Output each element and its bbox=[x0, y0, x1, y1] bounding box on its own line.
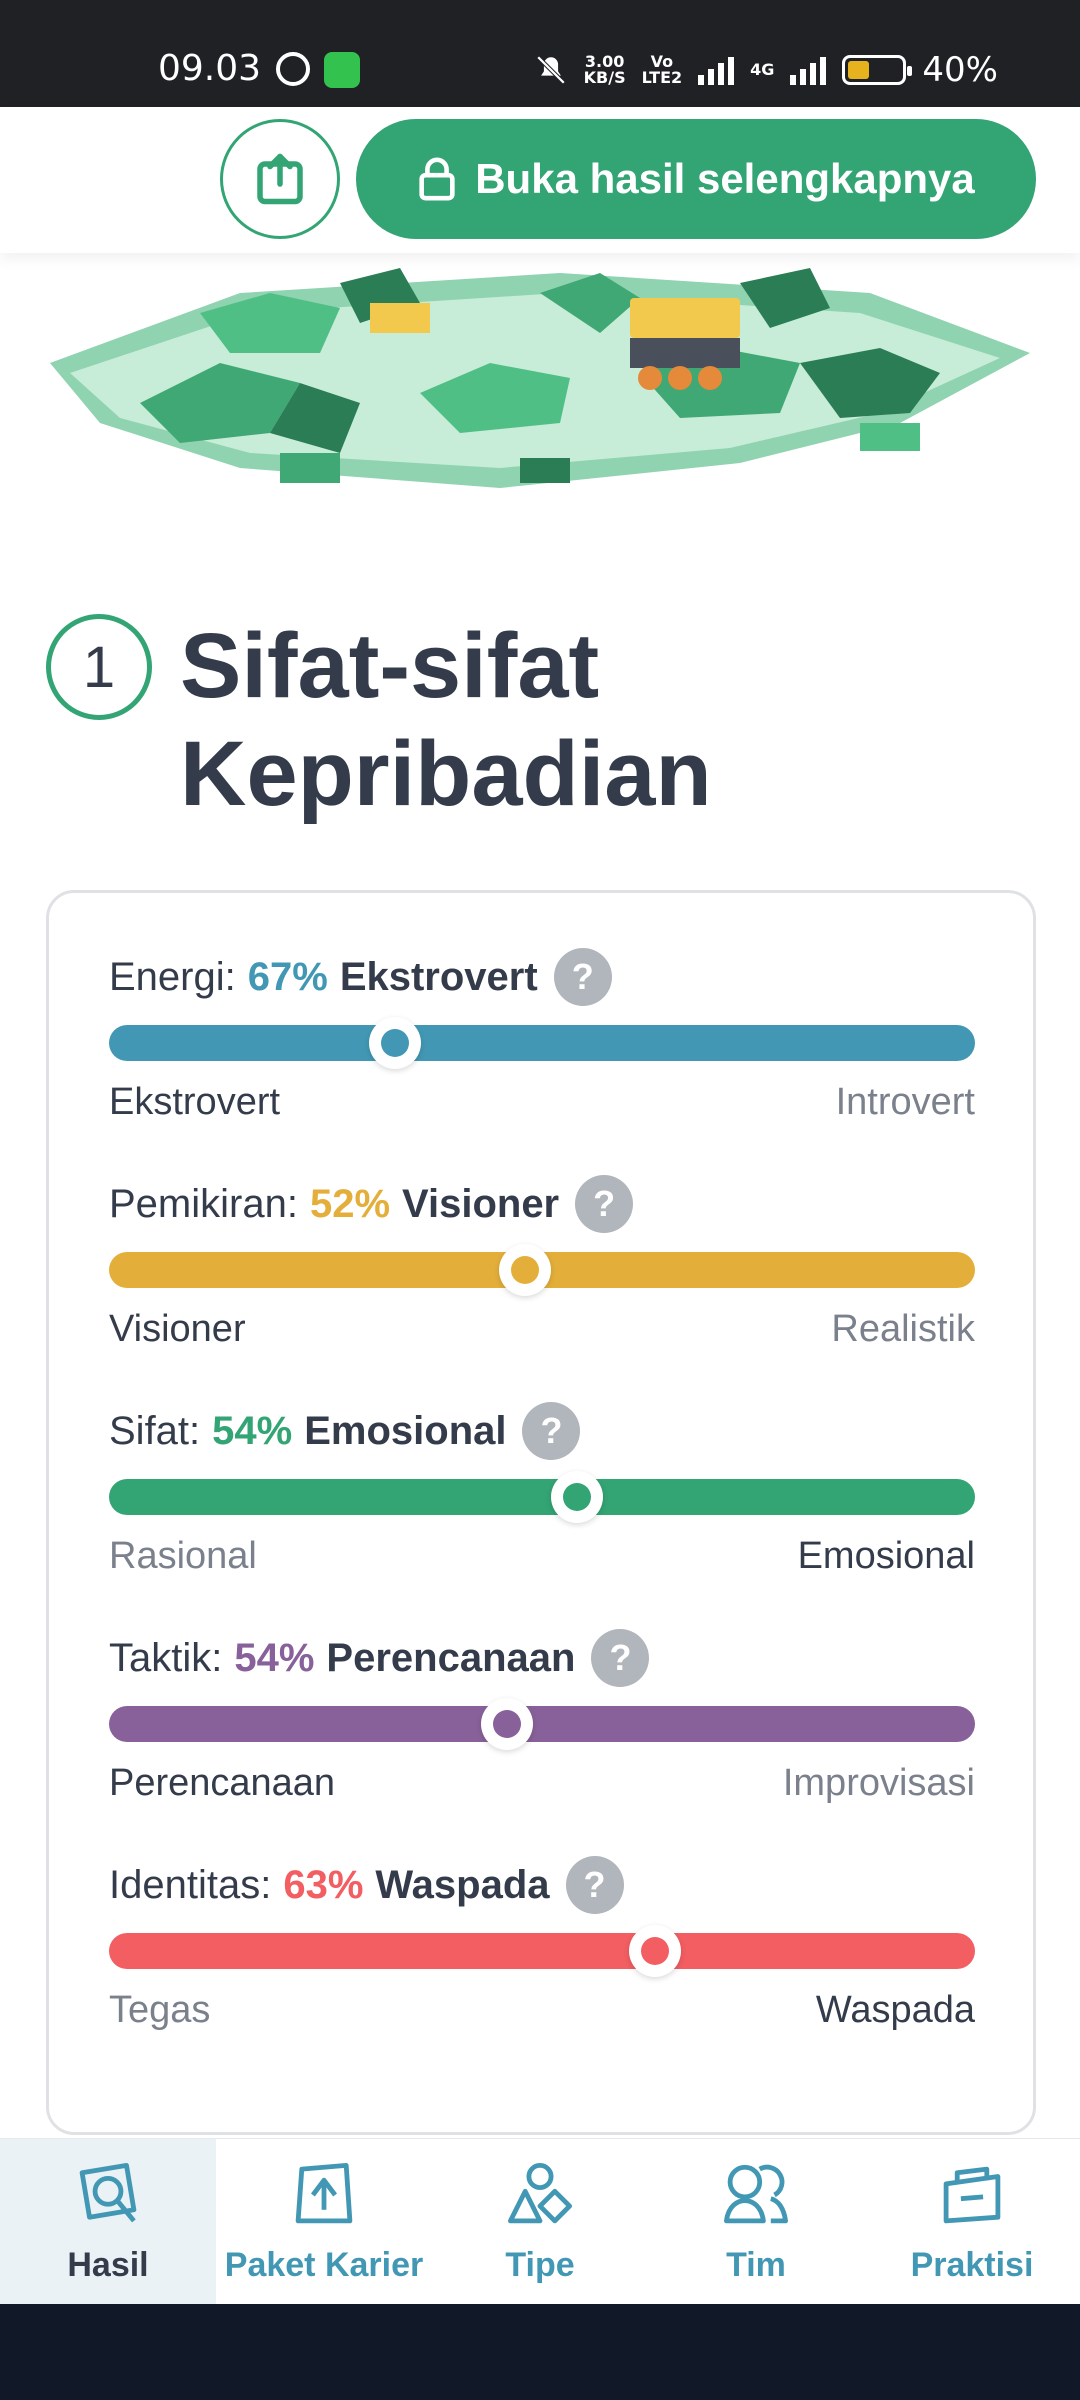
trait-nature: Sifat: 54% Emosional ? Rasional Emosiona… bbox=[109, 1401, 975, 1578]
trait-bar-knob bbox=[498, 1244, 551, 1296]
status-time: 09.03 bbox=[158, 48, 262, 89]
trait-right-pole: Introvert bbox=[835, 1081, 975, 1123]
trait-label: Sifat: bbox=[109, 1408, 201, 1453]
trait-energy: Energi: 67% Ekstrovert ? Ekstrovert Intr… bbox=[109, 947, 975, 1124]
top-action-bar: Buka hasil selengkapnya bbox=[0, 107, 1080, 253]
lock-icon bbox=[419, 157, 455, 201]
trait-percent: 63% bbox=[283, 1862, 364, 1907]
app-notification-icon bbox=[324, 52, 360, 88]
nav-item-types[interactable]: Tipe bbox=[432, 2139, 648, 2304]
trait-bar-knob bbox=[628, 1925, 681, 1977]
trait-percent: 67% bbox=[247, 954, 328, 999]
network-speed: 3.00 KB/S bbox=[583, 52, 626, 87]
trait-label: Taktik: bbox=[109, 1635, 223, 1680]
signal-icon bbox=[698, 55, 735, 85]
trait-left-pole: Rasional bbox=[109, 1535, 257, 1577]
system-navigation-bar bbox=[0, 2304, 1080, 2400]
battery-icon bbox=[842, 55, 913, 85]
trait-bar bbox=[109, 1471, 975, 1523]
trait-type: Waspada bbox=[375, 1862, 550, 1907]
trait-bar bbox=[109, 1017, 975, 1069]
trait-bar-knob bbox=[368, 1017, 421, 1069]
trait-bar-knob bbox=[481, 1698, 534, 1750]
trait-label: Identitas: bbox=[109, 1862, 272, 1907]
signal-icon-2 bbox=[790, 55, 827, 85]
hero-illustration bbox=[50, 268, 1030, 488]
trait-left-pole: Tegas bbox=[109, 1989, 211, 2031]
share-icon bbox=[257, 153, 303, 205]
results-icon bbox=[79, 2162, 137, 2223]
trait-left-pole: Perencanaan bbox=[109, 1762, 336, 1804]
team-icon bbox=[723, 2164, 789, 2224]
trait-label: Energi: bbox=[109, 954, 236, 999]
section-title: Sifat-sifat Kepribadian bbox=[180, 615, 712, 825]
professionals-icon bbox=[943, 2166, 1001, 2224]
status-bar: 09.03 3.00 KB/S Vo LTE2 4G 40% bbox=[0, 0, 1080, 107]
bottom-navigation: Hasil Paket Karier Tipe Tim Praktisi bbox=[0, 2138, 1080, 2304]
network-type: 4G bbox=[750, 60, 775, 79]
trait-left-pole: Visioner bbox=[109, 1308, 246, 1350]
help-icon[interactable]: ? bbox=[591, 1629, 650, 1687]
trait-right-pole: Improvisasi bbox=[782, 1762, 975, 1804]
trait-percent: 54% bbox=[234, 1635, 315, 1680]
trait-left-pole: Ekstrovert bbox=[109, 1081, 281, 1123]
trait-percent: 54% bbox=[212, 1408, 293, 1453]
nav-item-results[interactable]: Hasil bbox=[0, 2139, 216, 2304]
trait-bar-knob bbox=[550, 1471, 603, 1523]
trait-type: Perencanaan bbox=[326, 1635, 576, 1680]
section-number-badge: 1 bbox=[46, 614, 152, 720]
mute-icon bbox=[536, 55, 565, 85]
trait-right-pole: Waspada bbox=[815, 1989, 975, 2031]
nav-item-team[interactable]: Tim bbox=[648, 2139, 864, 2304]
nav-item-professionals[interactable]: Praktisi bbox=[864, 2139, 1080, 2304]
trait-mind: Pemikiran: 52% Visioner ? Visioner Reali… bbox=[109, 1174, 975, 1351]
trait-type: Emosional bbox=[304, 1408, 507, 1453]
trait-label: Pemikiran: bbox=[109, 1181, 298, 1226]
trait-bar bbox=[109, 1698, 975, 1750]
trait-percent: 52% bbox=[309, 1181, 391, 1226]
trait-type: Visioner bbox=[402, 1181, 560, 1226]
battery-level: 40% bbox=[922, 50, 998, 90]
share-button[interactable] bbox=[220, 119, 340, 239]
help-icon[interactable]: ? bbox=[575, 1175, 634, 1233]
trait-bar bbox=[109, 1244, 975, 1296]
help-icon[interactable]: ? bbox=[553, 948, 612, 1006]
trait-tactics: Taktik: 54% Perencanaan ? Perencanaan Im… bbox=[109, 1628, 975, 1805]
trait-right-pole: Emosional bbox=[797, 1535, 975, 1577]
volte-indicator: Vo LTE2 bbox=[641, 52, 683, 87]
types-icon bbox=[507, 2162, 573, 2224]
nav-item-career[interactable]: Paket Karier bbox=[216, 2139, 432, 2304]
whatsapp-icon bbox=[276, 52, 310, 86]
unlock-full-results-button[interactable]: Buka hasil selengkapnya bbox=[356, 119, 1036, 239]
trait-right-pole: Realistik bbox=[831, 1308, 975, 1350]
help-icon[interactable]: ? bbox=[565, 1856, 624, 1914]
trait-identity: Identitas: 63% Waspada ? Tegas Waspada bbox=[109, 1855, 975, 2032]
trait-bar bbox=[109, 1925, 975, 1977]
trait-type: Ekstrovert bbox=[339, 954, 538, 999]
personality-traits-card: Energi: 67% Ekstrovert ? Ekstrovert Intr… bbox=[46, 890, 1036, 2135]
career-icon bbox=[295, 2162, 353, 2224]
unlock-label: Buka hasil selengkapnya bbox=[475, 155, 975, 202]
help-icon[interactable]: ? bbox=[522, 1402, 581, 1460]
